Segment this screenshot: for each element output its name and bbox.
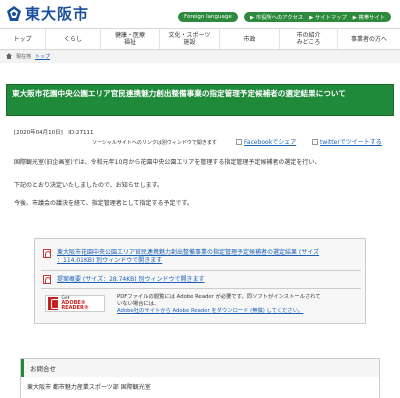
facebook-share-link[interactable]: Facebookでシェア [236,137,296,146]
nav-business[interactable]: 事業者の方へ [338,29,400,49]
page-title: 東大阪市花園中央公園エリア官民連携魅力創出整備事業の指定管理予定候補者の選定結果… [12,89,346,98]
body-paragraph: 国際観光室(旧企画室)では、令和元年10月から花園中央公園エリアを管理する指定管… [14,159,321,166]
divider [41,270,361,271]
global-nav: トップ くらし 健康・医療 福祉 文化・スポーツ 施設 市政 市の紹介 みどころ… [0,28,400,50]
contact-heading: お問合せ [21,359,379,377]
attachment-link-result[interactable]: 東大阪市花園中央公園エリア官民連携魅力創出整備事業の指定管理予定候補者の選定結果… [57,249,319,265]
contact-department: 東大阪市 都市魅力産業スポーツ部 国際観光室 [27,384,151,391]
adobe-reader-icon [48,297,60,310]
sitemap-link[interactable]: ▶ サイトマップ [309,13,347,21]
body-paragraph: 今後、市議会の議決を経て、指定管理者として指定する予定です。 [14,200,193,207]
article-meta: [2020年04月10日] ID:27111 [14,130,94,136]
attachment-link-proposal[interactable]: 提案概要 (サイズ：28.74KB) 別ウィンドウで開きます [57,276,205,284]
pdf-icon [43,275,51,284]
page-title-box: 東大阪市花園中央公園エリア官民連携魅力創出整備事業の指定管理予定候補者の選定結果… [6,84,394,116]
mobile-site-link[interactable]: ▶ 携帯サイト [353,13,385,21]
pdf-reader-note: PDFファイルの閲覧には Adobe Reader が必要です。同ソフトがインス… [117,294,353,315]
adobe-brand-label: ADOBE® READER® [61,300,89,311]
pdf-icon [43,249,51,258]
attachments-box: 東大阪市花園中央公園エリア官民連携魅力創出整備事業の指定管理予定候補者の選定結果… [34,238,366,324]
foreign-language-button[interactable]: Foreign language [178,12,238,22]
social-note: ソーシャルサイトへのリンクは別ウィンドウで開きます [92,140,217,146]
divider [41,288,361,289]
twitter-share-link[interactable]: twitterでツイートする [312,137,382,146]
facebook-icon [236,139,242,145]
home-icon [6,52,12,61]
nav-city-intro[interactable]: 市の紹介 みどころ [280,29,338,49]
contact-section: お問合せ 東大阪市 都市魅力産業スポーツ部 国際観光室 [20,358,380,398]
twitter-icon [312,139,318,145]
nav-living[interactable]: くらし [46,29,101,49]
city-emblem-icon [6,5,22,22]
adobe-download-link[interactable]: Adobe社のサイトから Adobe Reader をダウンロード (無償) し… [117,308,353,315]
site-header: 東大阪市 Foreign language ▶ 市役所へのアクセス ▶ サイトマ… [0,0,400,28]
adobe-reader-banner[interactable]: Get ADOBE® READER® [45,295,105,312]
site-logo[interactable]: 東大阪市 [6,3,89,24]
utility-links: ▶ 市役所へのアクセス ▶ サイトマップ ▶ 携帯サイト [244,12,392,22]
access-link[interactable]: ▶ 市役所へのアクセス [250,13,303,21]
nav-city-government[interactable]: 市政 [220,29,280,49]
breadcrumb-label: 現在地 [16,54,32,60]
nav-health-welfare[interactable]: 健康・医療 福祉 [101,29,160,49]
nav-culture-sports[interactable]: 文化・スポーツ 施設 [160,29,220,49]
body-paragraph: 下記のとおり決定いたしましたので、お知らせします。 [14,182,164,189]
nav-top[interactable]: トップ [0,29,46,49]
logo-text: 東大阪市 [25,5,90,23]
breadcrumb-top-link[interactable]: トップ [35,53,50,60]
breadcrumb: 現在地 トップ [0,50,400,63]
